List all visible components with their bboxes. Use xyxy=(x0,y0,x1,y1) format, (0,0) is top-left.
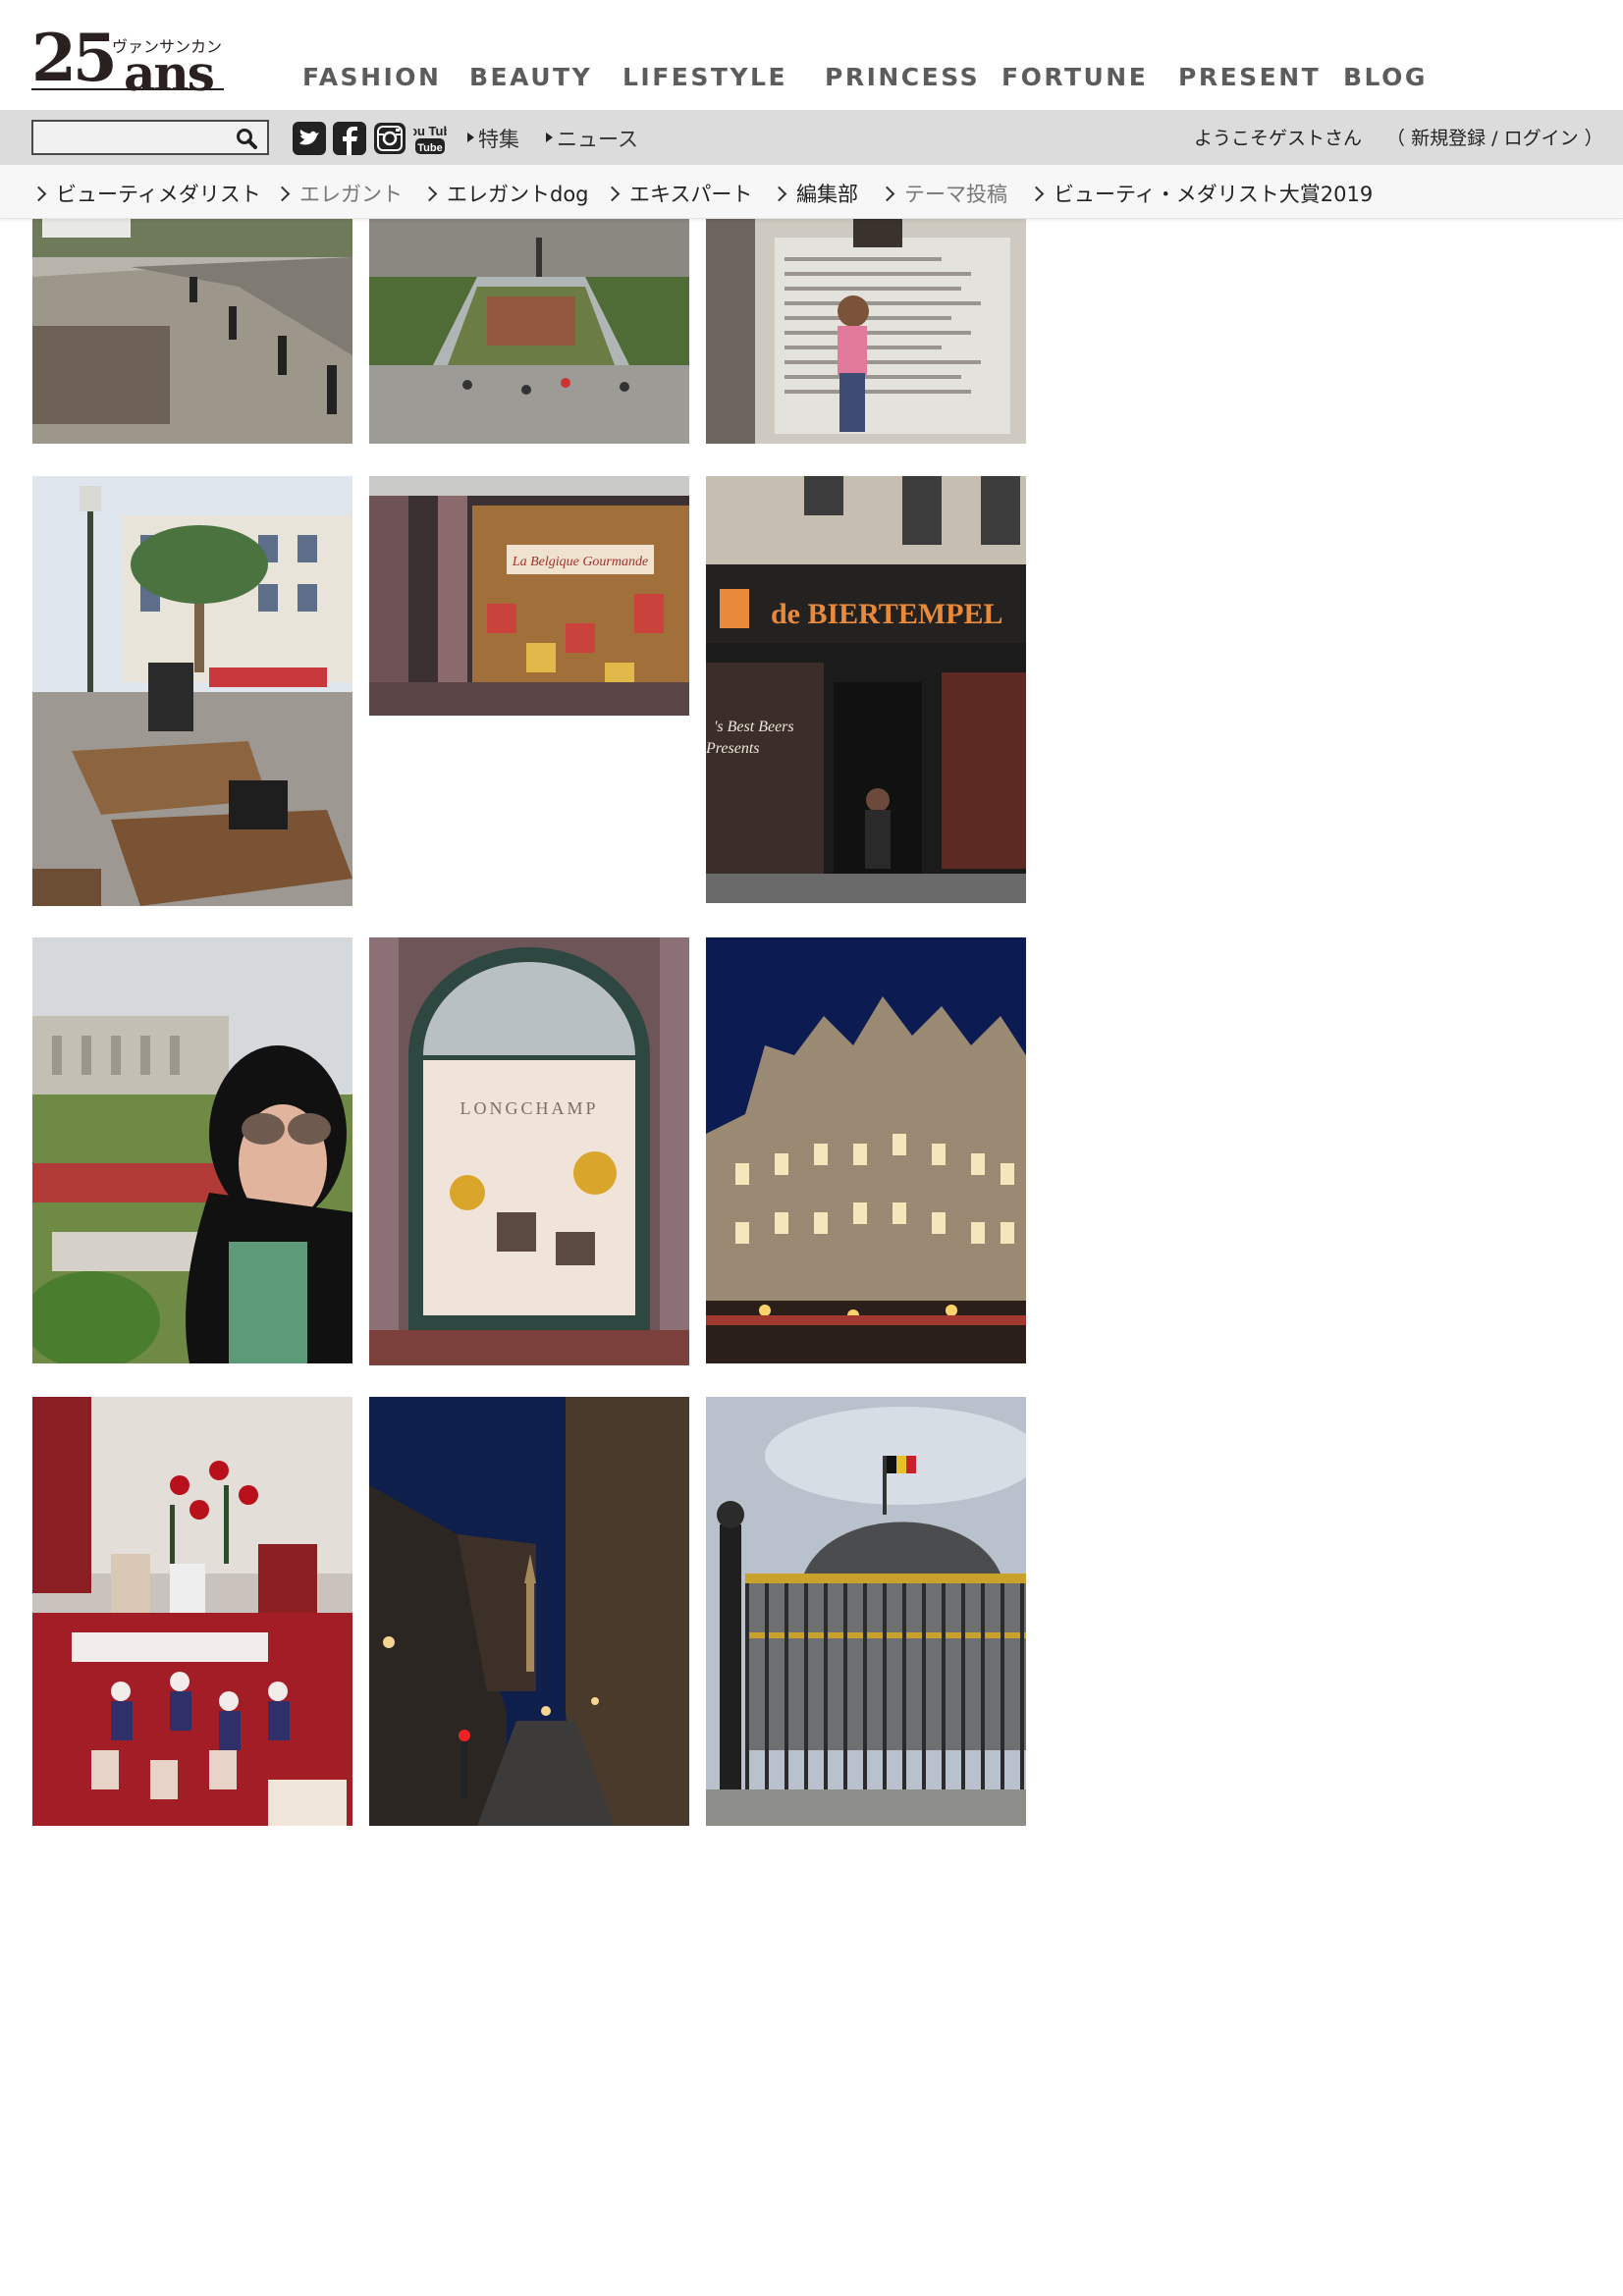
nav-present[interactable]: PRESENT xyxy=(1178,63,1321,91)
longchamp-sign: LONGCHAMP xyxy=(460,1098,598,1118)
chevron-right-icon xyxy=(1028,186,1045,202)
main-nav: FASHION BEAUTY LIFESTYLE PRINCESS FORTUN… xyxy=(0,63,1623,92)
auth-close-paren: ） xyxy=(1584,128,1603,149)
sub-nav: ビューティメダリスト エレガント エレガントdog エキスパート 編集部 テーマ… xyxy=(0,165,1623,219)
nav-blog[interactable]: BLOG xyxy=(1343,63,1428,91)
triangle-right-icon xyxy=(467,133,474,142)
subnav-theme-post[interactable]: テーマ投稿 xyxy=(879,179,1007,208)
chevron-right-icon xyxy=(30,186,47,202)
login-link[interactable]: ログイン xyxy=(1504,128,1579,149)
link-feature[interactable]: 特集 xyxy=(467,124,519,153)
youtube-icon[interactable]: You Tube Tube xyxy=(413,122,447,155)
best-beers-text: 's Best Beers xyxy=(714,719,794,735)
register-link[interactable]: 新規登録 xyxy=(1411,128,1486,149)
chevron-right-icon xyxy=(421,186,438,202)
subnav-elegant[interactable]: エレガント xyxy=(274,179,403,208)
photo-mont-des-arts[interactable] xyxy=(369,218,689,444)
facebook-icon[interactable] xyxy=(333,122,366,155)
chevron-right-icon xyxy=(879,186,895,202)
photo-cafe-terrace[interactable] xyxy=(32,476,352,906)
photo-biertempel[interactable]: de BIERTEMPEL 's Best Beers Presents xyxy=(706,476,1026,903)
utility-bar: You Tube Tube 特集 ニュース ようこそゲストさん （ 新規登録 /… xyxy=(0,110,1623,165)
site-header: 25 ans ヴァンサンカン FASHION BEAUTY LIFESTYLE … xyxy=(0,0,1623,110)
photo-street-cafe[interactable] xyxy=(32,218,352,444)
photo-grand-place-night[interactable] xyxy=(706,937,1026,1363)
welcome-text: ようこそゲストさん xyxy=(1194,128,1363,149)
link-feature-label: 特集 xyxy=(478,128,519,151)
svg-text:Tube: Tube xyxy=(417,142,442,154)
nav-beauty[interactable]: BEAUTY xyxy=(469,63,592,91)
photo-selfie-garden[interactable] xyxy=(32,937,352,1363)
gourmande-sign: La Belgique Gourmande xyxy=(512,555,648,569)
photo-night-street[interactable] xyxy=(369,1397,689,1826)
photo-longchamp-window[interactable]: LONGCHAMP xyxy=(369,937,689,1365)
presents-text: Presents xyxy=(706,740,760,757)
nav-fashion[interactable]: FASHION xyxy=(302,63,441,91)
subnav-label: 編集部 xyxy=(796,183,858,206)
subnav-label: エレガントdog xyxy=(447,183,589,206)
auth-links: （ 新規登録 / ログイン ） xyxy=(1386,124,1603,150)
subnav-label: ビューティ・メダリスト大賞2019 xyxy=(1054,183,1374,206)
search-icon[interactable] xyxy=(236,128,257,149)
auth-open-paren: （ xyxy=(1386,128,1406,149)
auth-separator: / xyxy=(1491,128,1498,149)
photo-shop-window-gourmande[interactable]: La Belgique Gourmande xyxy=(369,476,689,716)
link-news[interactable]: ニュース xyxy=(546,124,638,153)
biertempel-sign: de BIERTEMPEL xyxy=(771,598,1002,630)
youtube-you-text: You Tube xyxy=(413,124,447,138)
instagram-icon[interactable] xyxy=(373,122,406,155)
photo-dolls-display[interactable] xyxy=(32,1397,352,1826)
subnav-editorial[interactable]: 編集部 xyxy=(771,179,858,208)
subnav-label: ビューティメダリスト xyxy=(56,183,261,206)
nav-princess[interactable]: PRINCESS xyxy=(825,63,980,91)
subnav-beauty-award[interactable]: ビューティ・メダリスト大賞2019 xyxy=(1028,179,1374,208)
subnav-elegant-dog[interactable]: エレガントdog xyxy=(421,179,589,208)
subnav-expert[interactable]: エキスパート xyxy=(604,179,753,208)
nav-lifestyle[interactable]: LIFESTYLE xyxy=(622,63,787,91)
twitter-icon[interactable] xyxy=(293,122,326,155)
subnav-label: テーマ投稿 xyxy=(904,183,1007,206)
subnav-label: エキスパート xyxy=(629,183,753,206)
subnav-beauty-medalist[interactable]: ビューティメダリスト xyxy=(30,179,261,208)
logo-kana: ヴァンサンカン xyxy=(112,37,223,56)
search-input[interactable] xyxy=(31,120,269,155)
link-news-label: ニュース xyxy=(557,128,638,151)
chevron-right-icon xyxy=(274,186,291,202)
chevron-right-icon xyxy=(604,186,621,202)
chevron-right-icon xyxy=(771,186,787,202)
triangle-right-icon xyxy=(546,133,553,142)
subnav-label: エレガント xyxy=(299,183,403,206)
nav-fortune[interactable]: FORTUNE xyxy=(1001,63,1148,91)
photo-plaque-girl[interactable] xyxy=(706,218,1026,444)
photo-royal-palace[interactable] xyxy=(706,1397,1026,1826)
